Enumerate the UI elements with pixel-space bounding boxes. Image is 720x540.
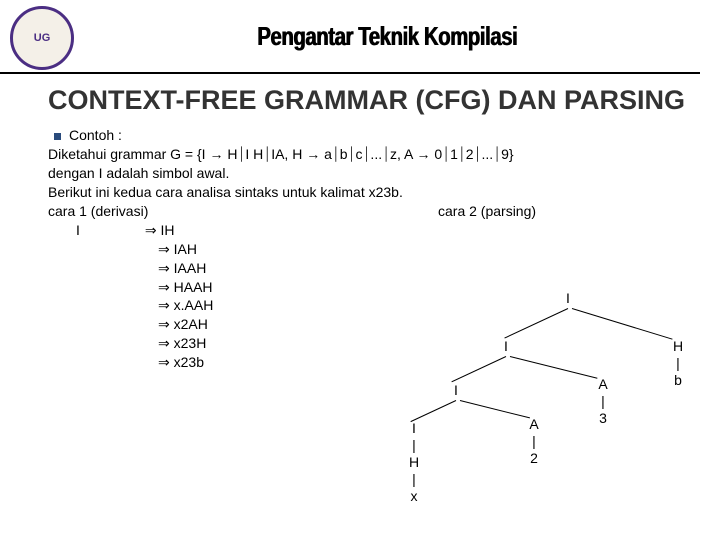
tree-leaf-3: 3 xyxy=(595,410,611,426)
tree-node-H-2: H xyxy=(406,454,422,470)
deriv-step: x.AAH xyxy=(174,297,214,313)
tree-bar: | xyxy=(406,437,422,453)
contoh-line: Contoh : xyxy=(48,126,705,145)
cara2-label: cara 2 (parsing) xyxy=(438,202,536,221)
tree-leaf-x: x xyxy=(406,488,422,504)
tree-node-I-3: I xyxy=(406,420,422,436)
course-title: Pengantar Teknik Kompilasi xyxy=(143,21,631,52)
university-logo: UG xyxy=(10,6,74,70)
tree-bar: | xyxy=(670,355,686,371)
tree-edge xyxy=(451,356,506,382)
deriv-step: IAH xyxy=(174,241,197,257)
header-bar: UG Pengantar Teknik Kompilasi xyxy=(0,0,700,74)
tree-node-A-1: A xyxy=(595,376,611,392)
tree-bar: | xyxy=(526,433,542,449)
tree-edge xyxy=(572,308,673,340)
bullet-icon xyxy=(54,133,61,140)
deriv-step: x23b xyxy=(174,354,204,370)
tree-edge xyxy=(504,308,568,338)
deriv-step: x23H xyxy=(174,335,207,351)
deriv-step: HAAH xyxy=(174,279,213,295)
derivation-start: I xyxy=(76,222,80,238)
tree-bar: | xyxy=(595,393,611,409)
grammar-line: Diketahui grammar G = {I → H⏐I H⏐IA, H →… xyxy=(48,145,705,164)
tree-leaf-2: 2 xyxy=(526,450,542,466)
intro-line: Berikut ini kedua cara analisa sintaks u… xyxy=(48,183,705,202)
tree-bar: | xyxy=(406,471,422,487)
page-title: CONTEXT-FREE GRAMMAR (CFG) DAN PARSING xyxy=(48,84,720,116)
deriv-step: IH xyxy=(161,222,175,238)
tree-edge xyxy=(460,400,530,418)
tree-node-A-2: A xyxy=(526,416,542,432)
parse-tree: I I H | b I A | 3 I A | 2 | H | x xyxy=(380,290,700,530)
tree-leaf-b: b xyxy=(670,372,686,388)
cara1-label: cara 1 (derivasi) xyxy=(48,202,438,221)
deriv-step: x2AH xyxy=(174,316,208,332)
tree-edge xyxy=(510,356,598,379)
deriv-step: IAAH xyxy=(174,260,207,276)
start-symbol-line: dengan I adalah simbol awal. xyxy=(48,164,705,183)
tree-node-H: H xyxy=(670,338,686,354)
tree-node-I-2: I xyxy=(448,382,464,398)
cara-headers-row: cara 1 (derivasi) cara 2 (parsing) xyxy=(48,202,705,221)
contoh-label: Contoh : xyxy=(69,127,122,143)
tree-root-I: I xyxy=(560,290,576,306)
tree-edge xyxy=(410,400,456,422)
tree-node-I-1: I xyxy=(498,338,514,354)
